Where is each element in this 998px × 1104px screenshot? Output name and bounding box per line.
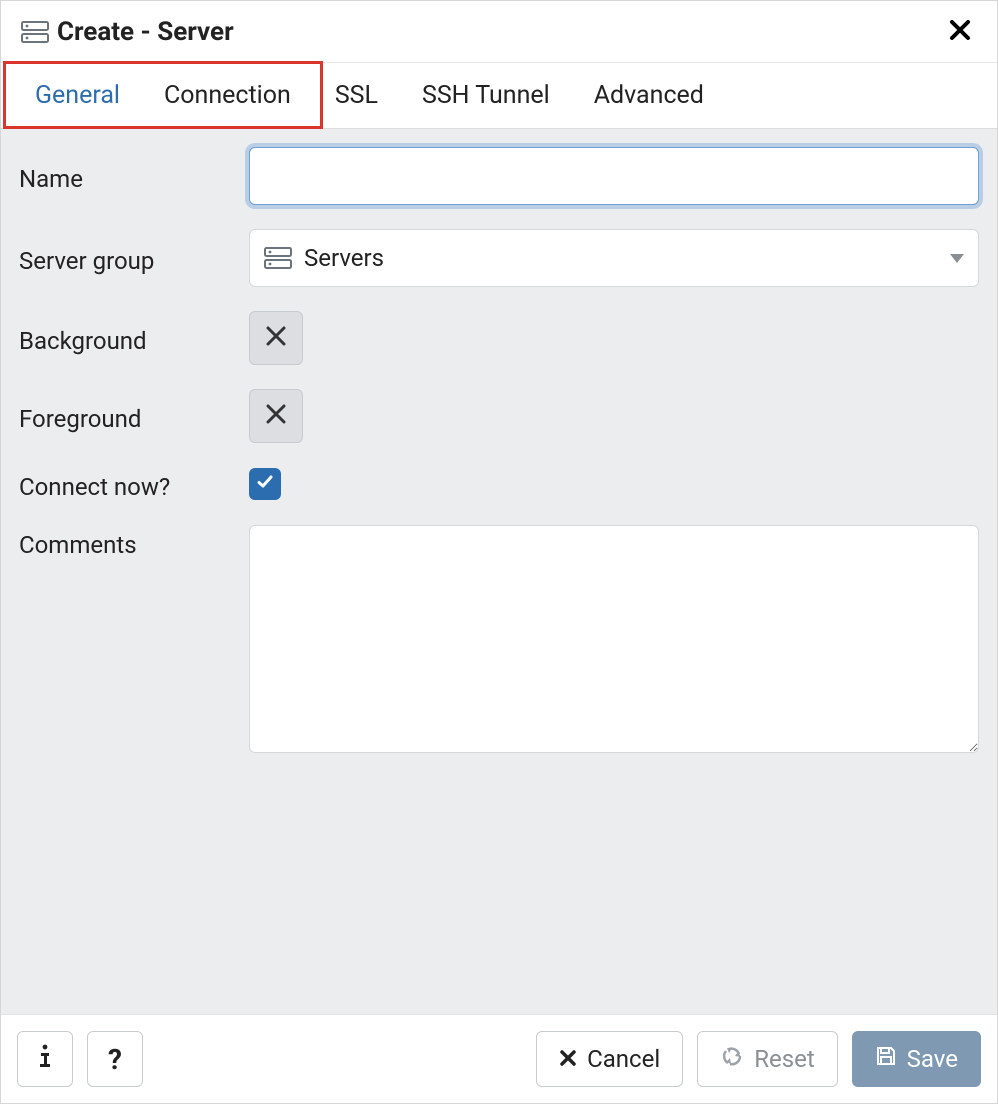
dialog-header: Create - Server [1, 1, 997, 63]
tab-ssl[interactable]: SSL [313, 63, 400, 128]
name-input[interactable] [249, 147, 979, 205]
label-server-group: Server group [19, 241, 249, 275]
row-name: Name [19, 147, 979, 205]
info-icon [35, 1043, 55, 1075]
close-icon[interactable] [943, 13, 977, 50]
row-comments: Comments [19, 525, 979, 757]
recycle-icon [720, 1044, 744, 1074]
comments-textarea[interactable] [249, 525, 979, 753]
row-server-group: Server group Servers [19, 229, 979, 287]
dialog-footer: ? Cancel [1, 1014, 997, 1103]
cancel-button[interactable]: Cancel [536, 1031, 683, 1087]
label-foreground: Foreground [19, 399, 249, 433]
question-icon: ? [108, 1043, 122, 1076]
server-group-icon [264, 247, 292, 269]
check-icon [256, 473, 274, 495]
cancel-label: Cancel [587, 1045, 660, 1073]
row-foreground: Foreground [19, 389, 979, 443]
connect-now-checkbox[interactable] [249, 468, 281, 500]
label-background: Background [19, 321, 249, 355]
help-button[interactable]: ? [87, 1031, 143, 1087]
tab-ssh-tunnel[interactable]: SSH Tunnel [400, 63, 572, 128]
server-group-select[interactable]: Servers [249, 229, 979, 287]
tab-connection[interactable]: Connection [142, 63, 313, 128]
chevron-down-icon [950, 254, 964, 263]
info-button[interactable] [17, 1031, 73, 1087]
row-connect-now: Connect now? [19, 467, 979, 501]
tab-general[interactable]: General [13, 63, 142, 128]
row-background: Background [19, 311, 979, 365]
x-icon [264, 402, 288, 430]
tabs-wrap: General Connection SSL SSH Tunnel Advanc… [1, 63, 997, 129]
save-button[interactable]: Save [852, 1031, 981, 1087]
create-server-dialog: Create - Server General Connection SSL S… [0, 0, 998, 1104]
server-group-value: Servers [304, 244, 384, 272]
form-body: Name Server group [1, 129, 997, 1014]
save-label: Save [907, 1045, 958, 1073]
save-icon [875, 1045, 897, 1073]
foreground-clear-button[interactable] [249, 389, 303, 443]
dialog-title: Create - Server [57, 17, 234, 47]
x-icon [264, 324, 288, 352]
server-icon [21, 21, 49, 43]
x-icon [559, 1045, 577, 1073]
tabs: General Connection SSL SSH Tunnel Advanc… [1, 63, 997, 129]
reset-label: Reset [754, 1045, 814, 1073]
label-name: Name [19, 159, 249, 193]
background-clear-button[interactable] [249, 311, 303, 365]
tab-advanced[interactable]: Advanced [572, 63, 726, 128]
label-connect-now: Connect now? [19, 467, 249, 501]
label-comments: Comments [19, 525, 249, 559]
reset-button[interactable]: Reset [697, 1031, 837, 1087]
dialog-title-wrap: Create - Server [21, 17, 234, 47]
